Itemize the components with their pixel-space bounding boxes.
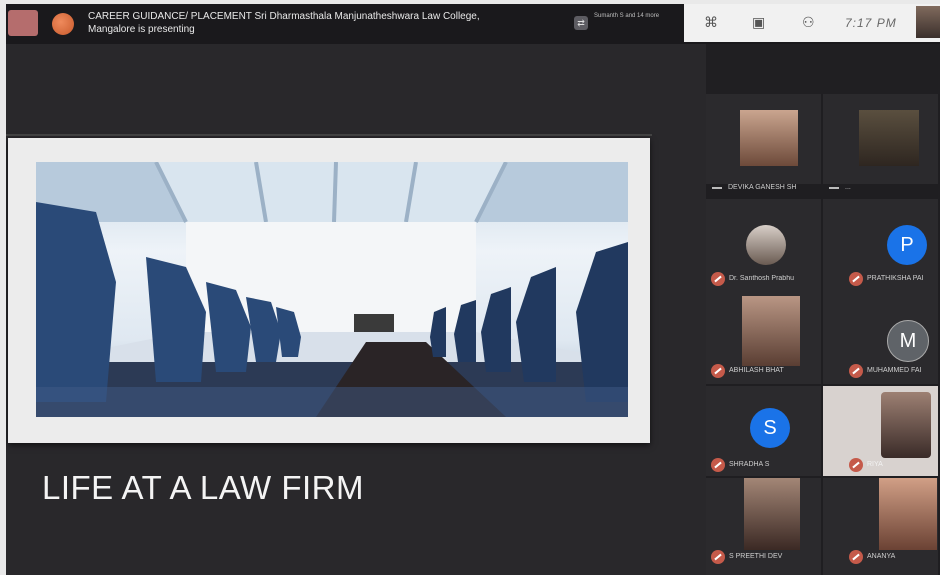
- chat-icon[interactable]: ▣: [752, 14, 765, 30]
- participant-tile[interactable]: P PRATHIKSHA PAI: [823, 199, 938, 294]
- mic-muted-icon: [849, 550, 863, 564]
- participant-tile[interactable]: Dr. Santhosh Prabhu: [706, 199, 821, 294]
- people-count-icon[interactable]: ⚇: [802, 14, 815, 30]
- participant-grid: DEVIKA GANESH SH ... Dr. Santhosh Prabhu…: [706, 94, 940, 575]
- slide-title: LIFE AT A LAW FIRM: [42, 469, 364, 506]
- speaking-indicator-icon: [829, 187, 839, 189]
- participant-name: PRATHIKSHA PAI: [867, 275, 924, 282]
- presenter-info: Sumanth S and 14 more: [594, 13, 660, 19]
- mic-muted-icon: [711, 458, 725, 472]
- participant-avatar-letter: M: [887, 320, 929, 362]
- presentation-banner-title: CAREER GUIDANCE/ PLACEMENT Sri Dharmasth…: [88, 11, 480, 35]
- participant-tile[interactable]: ANANYA: [823, 478, 938, 575]
- mic-muted-icon: [711, 550, 725, 564]
- participant-tile[interactable]: ...: [823, 94, 938, 191]
- participant-name: MUHAMMED FAI: [867, 367, 922, 374]
- mic-muted-icon: [849, 364, 863, 378]
- participant-photo: [742, 296, 800, 366]
- participant-name: Dr. Santhosh Prabhu: [729, 275, 794, 282]
- participant-name: ANANYA: [867, 553, 896, 560]
- participant-photo: [859, 110, 919, 166]
- speaking-indicator-icon: [712, 187, 722, 189]
- participant-name: ABHILASH BHAT: [729, 367, 784, 374]
- meeting-controls: ⌘ ▣ ⚇ 7:17 PM: [684, 4, 940, 42]
- mic-muted-icon: [711, 364, 725, 378]
- participant-name: S PREETHI DEV: [729, 553, 783, 560]
- presentation-stage: LIFE AT A LAW FIRM: [6, 44, 706, 575]
- participant-avatar-letter: P: [887, 225, 927, 265]
- people-icon[interactable]: ⇄: [574, 16, 588, 30]
- presenter-avatar: [52, 13, 74, 35]
- mic-muted-icon: [711, 272, 725, 286]
- mic-muted-icon: [849, 458, 863, 472]
- participant-avatar-letter: S: [750, 408, 790, 448]
- meet-window: CAREER GUIDANCE/ PLACEMENT Sri Dharmasth…: [6, 4, 940, 575]
- participant-tile[interactable]: S PREETHI DEV: [706, 478, 821, 575]
- self-view-thumbnail[interactable]: [916, 6, 940, 38]
- top-bar: CAREER GUIDANCE/ PLACEMENT Sri Dharmasth…: [6, 4, 940, 44]
- captions-button[interactable]: [8, 10, 38, 36]
- participant-name: SHRADHA S: [729, 461, 770, 468]
- participant-tile[interactable]: M MUHAMMED FAI: [823, 294, 938, 384]
- participant-name: DEVIKA GANESH SH: [728, 184, 797, 191]
- participant-tile[interactable]: ABHILASH BHAT: [706, 294, 821, 384]
- participant-photo: [879, 478, 937, 550]
- conference-room-photo: [36, 162, 628, 417]
- participant-name: ...: [845, 184, 851, 191]
- participant-name: RIYA: [867, 461, 883, 468]
- clock: 7:17 PM: [845, 16, 897, 30]
- mic-muted-icon: [849, 272, 863, 286]
- participant-photo: [740, 110, 798, 166]
- participant-tile[interactable]: DEVIKA GANESH SH: [706, 94, 821, 191]
- participant-photo: [744, 478, 800, 550]
- slide: LIFE AT A LAW FIRM: [6, 134, 652, 575]
- participant-tile[interactable]: S SHRADHA S: [706, 386, 821, 476]
- conference-room-illustration: [36, 162, 628, 417]
- participant-photo: [746, 225, 786, 265]
- captions-icon[interactable]: ⌘: [704, 14, 718, 30]
- participant-tile[interactable]: RIYA: [823, 386, 938, 476]
- participant-photo: [881, 392, 931, 458]
- slide-card: [8, 138, 650, 443]
